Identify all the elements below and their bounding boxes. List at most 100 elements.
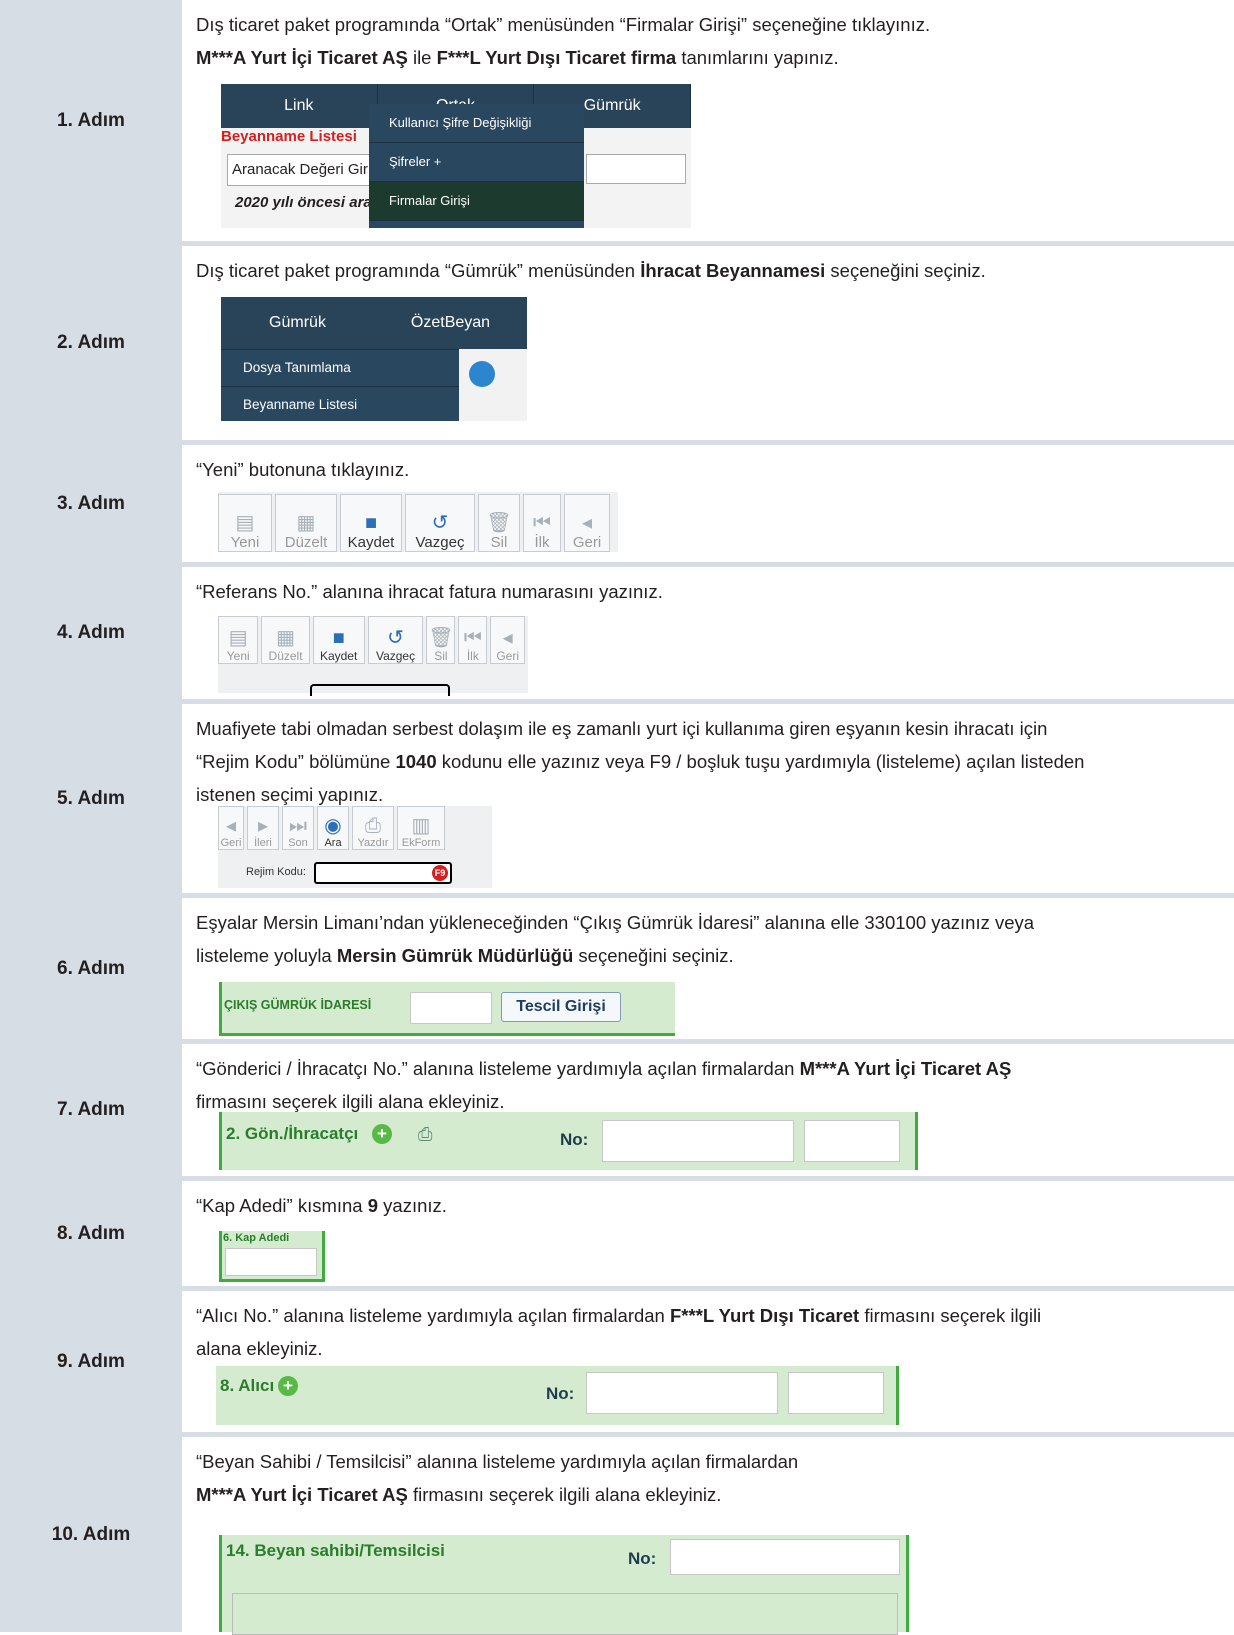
ara-button[interactable]: ◉ Ara: [317, 806, 349, 850]
step-label: 10. Adım: [0, 1437, 182, 1632]
rejim-kodu-field[interactable]: F9: [314, 862, 452, 884]
menu-item-dosya-tanimlama[interactable]: Dosya Tanımlama: [221, 349, 459, 386]
duzelt-button[interactable]: ▦ Düzelt: [275, 494, 337, 552]
sil-button[interactable]: 🗑 Sil: [478, 494, 520, 552]
duzelt-button[interactable]: ▦ Düzelt: [261, 616, 310, 664]
new-icon: ▤: [228, 627, 248, 649]
step-label: 2. Adım: [0, 246, 182, 440]
menu-item-firmalar-girisi[interactable]: Firmalar Girişi: [369, 182, 584, 221]
referans-no-field[interactable]: [310, 684, 450, 696]
yeni-button[interactable]: ▤ Yeni: [218, 494, 272, 552]
trash-icon: 🗑: [428, 627, 454, 649]
tescil-girisi-button[interactable]: Tescil Girişi: [501, 992, 621, 1022]
cikis-gumruk-form: ÇIKIŞ GÜMRÜK İDARESİ Tescil Girişi: [219, 982, 675, 1036]
ortak-dropdown: Kullanıcı Şifre Değişikliği Şifreler + F…: [369, 104, 584, 228]
step-label: 3. Adım: [0, 445, 182, 562]
cikis-gumruk-field[interactable]: [410, 992, 492, 1024]
no-label: No:: [628, 1549, 657, 1568]
step-text: listeleme yoluyla Mersin Gümrük Müdürlüğ…: [196, 945, 734, 966]
step-text: “Yeni” butonuna tıklayınız.: [196, 459, 410, 480]
undo-icon: ↺: [431, 512, 449, 534]
old-years-label: 2020 yılı öncesi ara: [235, 194, 372, 211]
first-icon: ⏮: [533, 512, 551, 534]
first-icon: ⏮: [463, 627, 482, 649]
menu-item-sifreler[interactable]: Şifreler +: [369, 143, 584, 182]
yazdir-button[interactable]: ⎙ Yazdır: [352, 806, 394, 850]
gonderici-no-field[interactable]: [602, 1120, 794, 1162]
gumruk-menu-screenshot: Gümrük ÖzetBeyan Dosya Tanımlama Beyanna…: [221, 297, 527, 421]
save-icon: ■: [332, 627, 345, 649]
step-text: “Kap Adedi” kısmına 9 yazınız.: [196, 1195, 447, 1216]
step-text: Eşyalar Mersin Limanı’ndan yükleneceğind…: [196, 912, 1035, 933]
form-icon: ▥: [411, 815, 431, 837]
step-row-4: 4. Adım “Referans No.” alanına ihracat f…: [0, 567, 1234, 699]
gonderici-no-field-2[interactable]: [804, 1120, 900, 1162]
geri-button[interactable]: ◂ Geri: [564, 494, 610, 552]
step-label: 5. Adım: [0, 704, 182, 893]
step-label: 1. Adım: [0, 0, 182, 241]
toolbar-screenshot: ▤ Yeni ▦ Düzelt ■ Kaydet ↺ Vazgeç 🗑 Sil ⏮ İlk …: [218, 492, 618, 552]
step-text: Muafiyete tabi olmadan serbest dolaşım i…: [196, 718, 1048, 739]
f9-icon[interactable]: F9: [432, 865, 448, 881]
gonderici-label: 2. Gön./İhracatçı: [226, 1124, 359, 1143]
geri-button[interactable]: ◂ Geri: [218, 806, 244, 850]
kap-adedi-field[interactable]: [225, 1248, 317, 1276]
beyan-name-field[interactable]: [232, 1593, 898, 1635]
step-label: 8. Adım: [0, 1181, 182, 1286]
ileri-button[interactable]: ▸ İleri: [247, 806, 279, 850]
step-text: M***A Yurt İçi Ticaret AŞ firmasını seçe…: [196, 1484, 722, 1505]
step-label: 6. Adım: [0, 898, 182, 1039]
gumruk-dropdown: Dosya Tanımlama Beyanname Listesi: [221, 349, 459, 421]
cikis-gumruk-label: ÇIKIŞ GÜMRÜK İDARESİ: [224, 998, 372, 1012]
beyanname-listesi-label: Beyanname Listesi: [221, 128, 357, 145]
ilk-button[interactable]: ⏮ İlk: [523, 494, 561, 552]
step-row-5: 5. Adım Muafiyete tabi olmadan serbest d…: [0, 704, 1234, 893]
step-text: “Beyan Sahibi / Temsilcisi” alanına list…: [196, 1451, 799, 1472]
ekform-button[interactable]: ▥ EkForm: [397, 806, 445, 850]
son-button[interactable]: ⏭ Son: [282, 806, 314, 850]
beyan-no-field[interactable]: [670, 1539, 900, 1575]
beyan-sahibi-form: 14. Beyan sahibi/Temsilcisi No:: [219, 1535, 909, 1635]
alici-label: 8. Alıcı: [220, 1376, 275, 1395]
vazgec-button[interactable]: ↺ Vazgeç: [405, 494, 475, 552]
step-row-8: 8. Adım “Kap Adedi” kısmına 9 yazınız.: [0, 1181, 1234, 1286]
vazgec-button[interactable]: ↺ Vazgeç: [367, 616, 424, 664]
add-icon[interactable]: +: [278, 1376, 298, 1396]
alici-form: 8. Alıcı + No:: [216, 1366, 899, 1425]
alici-no-field[interactable]: [586, 1372, 778, 1414]
geri-button[interactable]: ◂ Geri: [490, 616, 525, 664]
edit-icon: ▦: [296, 512, 316, 534]
sil-button[interactable]: 🗑 Sil: [426, 616, 456, 664]
menu-gumruk[interactable]: Gümrük: [221, 297, 374, 349]
kaydet-button[interactable]: ■ Kaydet: [340, 494, 402, 552]
no-label: No:: [560, 1130, 589, 1149]
search-input-2[interactable]: [586, 154, 686, 184]
toolbar-screenshot-small: ▤ Yeni ▦ Düzelt ■ Kaydet ↺ Vazgeç 🗑 Sil ⏮ İlk …: [218, 616, 528, 696]
yeni-button[interactable]: ▤ Yeni: [218, 616, 259, 664]
print-icon[interactable]: ⎙: [418, 1124, 432, 1145]
beyan-sahibi-label: 14. Beyan sahibi/Temsilcisi: [226, 1541, 445, 1560]
kap-adedi-label: 6. Kap Adedi: [223, 1232, 290, 1244]
menu-link[interactable]: Link: [221, 84, 378, 128]
ilk-button[interactable]: ⏮ İlk: [458, 616, 488, 664]
back-icon: ◂: [581, 512, 593, 534]
menu-item-kullanici-sifre[interactable]: Kullanıcı Şifre Değişikliği: [369, 104, 584, 143]
step-label: 7. Adım: [0, 1044, 182, 1176]
kap-adedi-form: 6. Kap Adedi: [219, 1231, 325, 1282]
no-label: No:: [546, 1384, 575, 1403]
step-row-2: 2. Adım Dış ticaret paket programında “G…: [0, 246, 1234, 440]
kaydet-button[interactable]: ■ Kaydet: [312, 616, 365, 664]
step-text: Dış ticaret paket programında “Gümrük” m…: [196, 260, 986, 281]
add-icon[interactable]: +: [372, 1124, 392, 1144]
search-input[interactable]: Aranacak Değeri Gir: [227, 154, 385, 186]
menu-ozetbeyan[interactable]: ÖzetBeyan: [374, 297, 527, 349]
ortak-menu-screenshot: Link Ortak Gümrük Beyanname Listesi Aran…: [221, 84, 692, 228]
step-label: 4. Adım: [0, 567, 182, 699]
menu-item-beyanname-listesi[interactable]: Beyanname Listesi: [221, 386, 459, 423]
alici-no-field-2[interactable]: [788, 1372, 884, 1414]
step-text: “Rejim Kodu” bölümüne 1040 kodunu elle y…: [196, 751, 1085, 772]
back-icon: ◂: [502, 627, 513, 649]
step-text: “Gönderici / İhracatçı No.” alanına list…: [196, 1058, 1012, 1079]
trash-icon: 🗑: [486, 512, 512, 534]
step-text: “Alıcı No.” alanına listeleme yardımıyla…: [196, 1305, 1042, 1326]
